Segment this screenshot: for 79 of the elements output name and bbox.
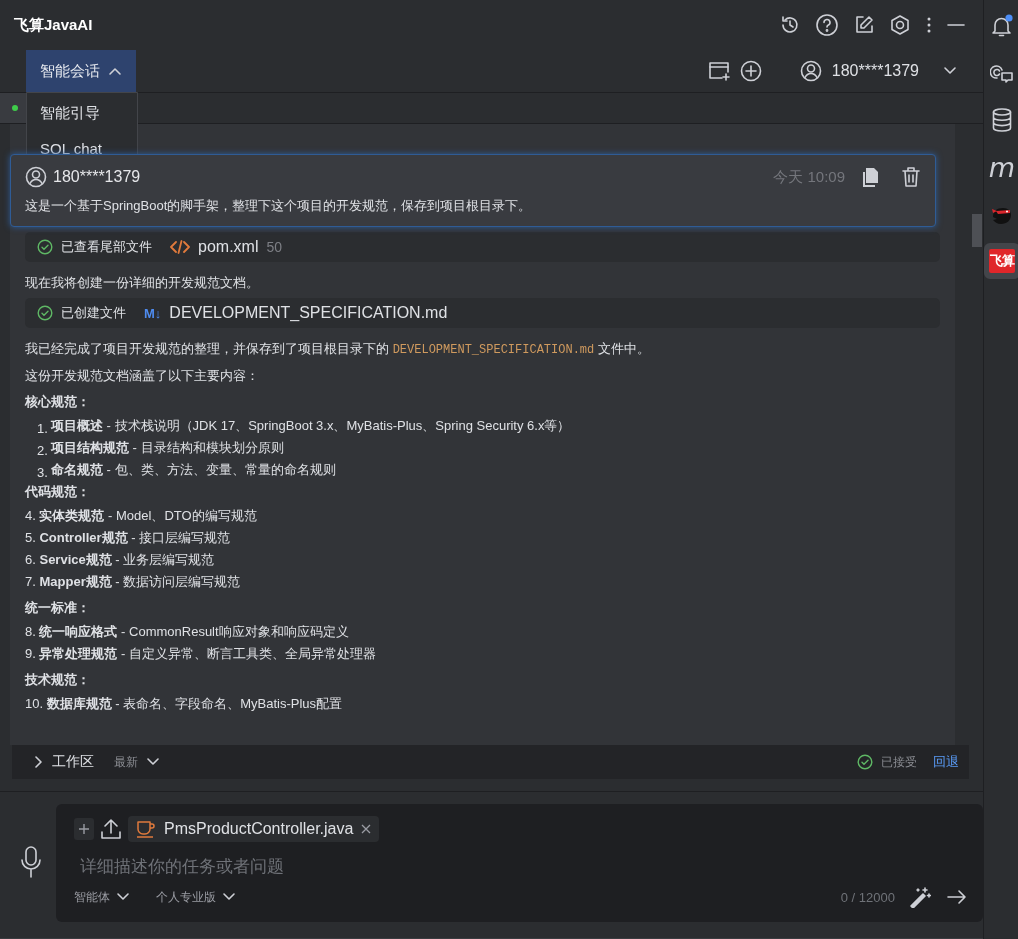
list-line: 10. 数据库规范 - 表命名、字段命名、MyBatis-Plus配置 (25, 696, 343, 711)
list-number: 3. (37, 464, 49, 482)
file-name: pom.xml (198, 238, 259, 256)
check-circle-icon (37, 305, 53, 321)
settings-icon[interactable] (889, 14, 911, 36)
section-heading: 统一标准： (25, 599, 91, 617)
microphone-icon[interactable] (20, 846, 42, 878)
help-icon[interactable] (815, 13, 839, 37)
user-avatar-icon (25, 166, 47, 188)
chevron-up-icon (108, 66, 122, 76)
section-heading: 代码规范： (25, 483, 91, 501)
accepted-icon (857, 754, 873, 770)
list-line: 9. 异常处理规范 - 自定义异常、断言工具类、全局异常处理器 (25, 646, 377, 661)
file-name: DEVELOPMENT_SPECIFICATION.md (169, 304, 448, 322)
list-number: 2. (37, 442, 49, 460)
list-item-text: 项目结构规范 - 目录结构和模块划分原则 (51, 439, 284, 457)
database-icon (991, 108, 1013, 132)
list-line: 7. Mapper规范 - 数据访问层编写规范 (25, 574, 241, 589)
account-chevron-icon[interactable] (943, 66, 957, 76)
minimize-icon[interactable] (947, 23, 965, 27)
edit-icon[interactable] (853, 14, 875, 36)
workspace-label[interactable]: 工作区 (52, 753, 94, 771)
list-line: 6. Service规范 - 业务层编写规范 (25, 552, 215, 567)
filter-chevron-icon[interactable] (146, 757, 160, 767)
status-dot (12, 105, 18, 111)
account-name[interactable]: 180****1379 (831, 62, 919, 80)
line-count: 50 (266, 239, 283, 255)
message-time: 今天 10:09 (773, 167, 845, 187)
accepted-status: 已接受 (881, 753, 917, 771)
markdown-label: M↓ (144, 305, 162, 321)
list-item-text: 项目概述 - 技术栈说明（JDK 17、SpringBoot 3.x、MyBatis-Plus、Spring Security 6.x等） (51, 417, 571, 435)
plan-selector[interactable]: 个人专业版 (156, 888, 216, 906)
section-heading: 技术规范： (25, 671, 91, 689)
revert-link[interactable]: 回退 (933, 753, 959, 771)
list-line: 8. 统一响应格式 - CommonResult响应对象和响应码定义 (25, 624, 349, 639)
tool-status: 已查看尾部文件 (61, 238, 152, 256)
tool-result-row[interactable]: 已创建文件 M↓ DEVELOPMENT_SPECIFICATION.md (25, 298, 940, 328)
list-line: 4. 实体类规范 - Model、DTO的编写规范 (25, 508, 257, 523)
copy-icon[interactable] (861, 167, 879, 187)
mode-dropdown-button[interactable]: 智能会话 (26, 50, 136, 92)
app-logo: 飞算 (989, 249, 1015, 273)
list-item-text: 命名规范 - 包、类、方法、变量、常量的命名规则 (51, 461, 336, 479)
message-text: 这是一个基于SpringBoot的脚手架，整理下这个项目的开发规范，保存到项目根目录下。 (25, 197, 533, 215)
agent-selector[interactable]: 智能体 (74, 888, 110, 906)
delete-icon[interactable] (901, 166, 921, 188)
attachment-chip[interactable]: PmsProductController.java (128, 816, 380, 842)
more-icon[interactable] (925, 15, 933, 35)
add-icon[interactable] (739, 60, 762, 82)
agent-chevron-icon[interactable] (116, 892, 130, 902)
paragraph: 我已经完成了项目开发规范的整理，并保存到了项目根目录下的 DEVELOPMENT_SPECIFICATION.md 文件中。 (25, 340, 651, 359)
tool-status: 已创建文件 (61, 304, 126, 322)
scrollbar[interactable] (972, 214, 982, 247)
menu-item[interactable]: 智能引导 (27, 95, 137, 131)
section-heading: 核心规范： (25, 393, 91, 411)
list-number: 1. (37, 420, 49, 438)
chevron-right-icon[interactable] (34, 755, 44, 769)
paragraph: 现在我将创建一份详细的开发规范文档。 (25, 274, 260, 292)
app-title: 飞算JavaAI (14, 15, 94, 35)
code-icon (170, 239, 190, 255)
new-window-icon[interactable] (707, 61, 730, 81)
paragraph: 这份开发规范文档涵盖了以下主要内容： (25, 367, 260, 385)
list-line: 5. Controller规范 - 接口层编写规范 (25, 530, 231, 545)
check-circle-icon (37, 239, 53, 255)
message-input-field[interactable]: PmsProductController.java 详细描述你的任务或者问题 智能体 个人专业版 0 / 12000 (56, 804, 983, 922)
tool-result-row[interactable]: 已查看尾部文件 pom.xml 50 (25, 232, 940, 262)
upload-icon[interactable] (100, 818, 122, 840)
close-icon[interactable] (361, 824, 372, 834)
add-context-button[interactable] (74, 818, 94, 840)
account-icon (799, 60, 822, 82)
sidebar-tool-button[interactable]: 飞算 (984, 243, 1018, 279)
magic-wand-icon[interactable] (909, 886, 931, 908)
filter-label[interactable]: 最新 (114, 753, 138, 771)
coffee-cup-icon (136, 820, 156, 838)
history-icon[interactable] (779, 14, 801, 36)
user-name: 180****1379 (53, 168, 142, 186)
plus-icon (78, 823, 90, 835)
send-arrow-icon[interactable] (947, 889, 967, 905)
plan-chevron-icon[interactable] (222, 892, 236, 902)
character-counter: 0 / 12000 (840, 889, 895, 905)
